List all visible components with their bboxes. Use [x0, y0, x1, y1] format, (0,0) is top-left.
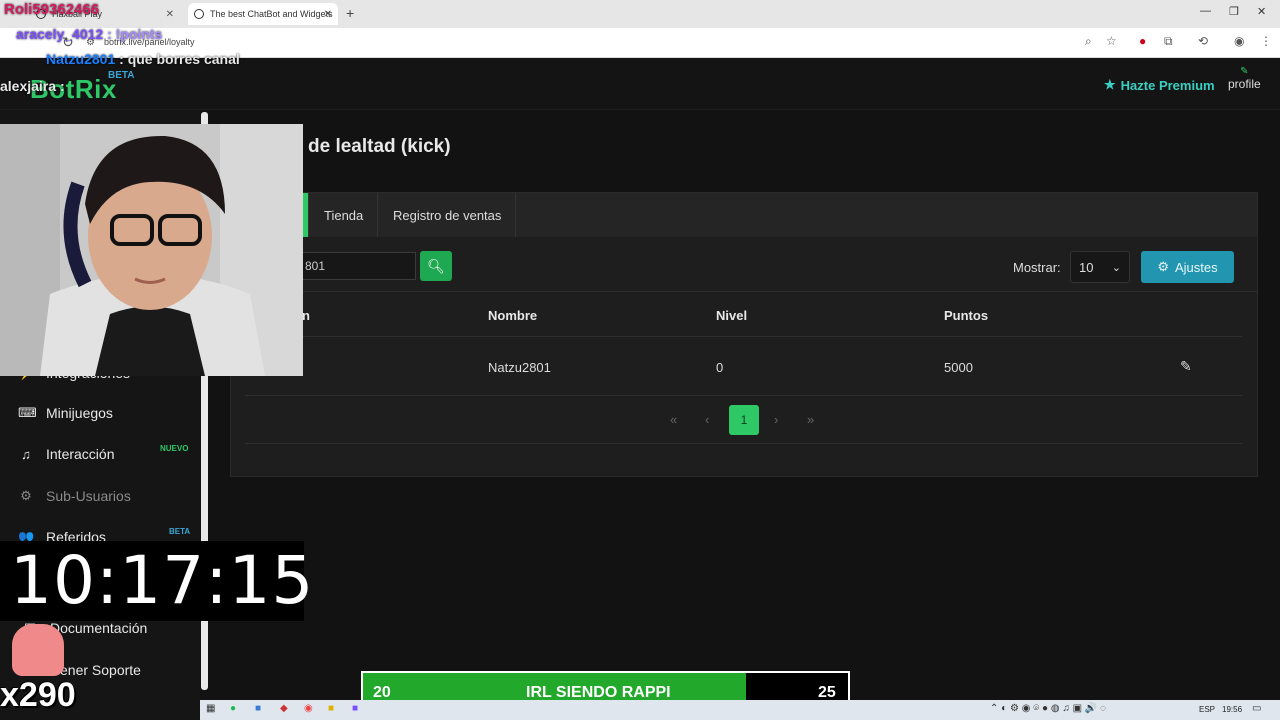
- settings-label: Ajustes: [1175, 259, 1218, 275]
- chat-message: alexjaira :: [0, 78, 65, 94]
- multiplier-text: x290: [0, 676, 76, 714]
- tab-tienda[interactable]: Tienda: [310, 193, 379, 237]
- table-header-nivel: Nivel: [716, 308, 748, 323]
- pagination-current[interactable]: 1: [729, 405, 759, 435]
- sidebar-item-label: Sub-Usuarios: [46, 488, 131, 504]
- gamepad-icon: ⌨: [18, 405, 37, 420]
- gear-icon: ⚙: [20, 488, 32, 503]
- close-tab-icon[interactable]: ✕: [166, 9, 174, 20]
- webcam-feed: [0, 124, 303, 376]
- table-header-id: n: [302, 308, 310, 323]
- sidebar-item-sub-usuarios[interactable]: ⚙ Sub-Usuarios: [18, 485, 131, 507]
- close-tab-icon[interactable]: ✕: [324, 9, 332, 20]
- pagination-prev[interactable]: ‹: [705, 412, 709, 427]
- browser-tab-botrix[interactable]: The best ChatBot and Widgets ✕: [188, 3, 338, 25]
- star-icon: ★: [1104, 77, 1116, 92]
- app-icon[interactable]: ◆: [280, 703, 288, 714]
- table-header-nombre: Nombre: [488, 308, 538, 323]
- sidebar-item-label: Minijuegos: [46, 405, 113, 421]
- new-tab-button[interactable]: +: [346, 5, 354, 21]
- minimize-button[interactable]: —: [1200, 5, 1211, 17]
- taskbar-clock[interactable]: 19:56: [1222, 705, 1242, 714]
- chat-username: Roli59362466: [4, 1, 100, 18]
- sidebar-item-label: Interacción: [46, 446, 115, 462]
- logo-beta-badge: BETA: [108, 70, 135, 81]
- pagination-last[interactable]: »: [807, 412, 814, 427]
- edit-pencil-icon[interactable]: ✎: [1180, 358, 1192, 375]
- tab-label: The best ChatBot and Widgets: [210, 9, 333, 19]
- sidebar-item-interaccion[interactable]: ♫ Interacción: [18, 443, 114, 465]
- table-cell-nivel: 0: [716, 360, 724, 375]
- tab-favicon-icon: [194, 9, 204, 19]
- app-icon[interactable]: ■: [352, 703, 358, 714]
- opera-icon[interactable]: ●: [1139, 34, 1146, 48]
- page-size-select[interactable]: 10 ⌄: [1070, 251, 1130, 283]
- table-cell-nombre: Natzu2801: [488, 360, 551, 375]
- table-header-puntos: Puntos: [944, 308, 989, 323]
- zoom-icon[interactable]: ⌕: [1085, 34, 1092, 49]
- tab-registro-ventas[interactable]: Registro de ventas: [379, 193, 517, 237]
- search-input[interactable]: [302, 252, 416, 280]
- avatar[interactable]: ◉: [1234, 34, 1244, 48]
- folder-icon[interactable]: ■: [328, 703, 334, 714]
- tray-icons[interactable]: ⌃ ◐ ⚙ ◉ ⌾ ● ◍ ♫ ▣ 🔊 ◌: [990, 703, 1106, 714]
- profile-label: profile: [1228, 77, 1261, 91]
- divider: [245, 336, 1242, 337]
- divider: [245, 395, 1242, 396]
- page-title: de lealtad (kick): [308, 136, 451, 157]
- chat-message: Roli59362466: [4, 1, 99, 18]
- chat-text: : que borres canal: [119, 51, 240, 67]
- spotify-icon[interactable]: ●: [230, 703, 236, 714]
- app-icon[interactable]: ■: [255, 703, 261, 714]
- chrome-icon[interactable]: ◉: [304, 703, 313, 714]
- stream-clock: 10:17:15: [10, 542, 315, 619]
- bookmark-star-icon[interactable]: ☆: [1106, 34, 1117, 48]
- extensions-icon[interactable]: ⧉: [1164, 34, 1173, 49]
- search-button[interactable]: 🔍︎: [420, 251, 452, 281]
- pagination-first[interactable]: «: [670, 412, 677, 427]
- patrick-sticker: [12, 624, 64, 676]
- chevron-down-icon: ⌄: [1111, 261, 1121, 274]
- keyboard-language[interactable]: ESP: [1199, 705, 1215, 714]
- profile-link[interactable]: ✎ profile: [1228, 66, 1261, 90]
- divider: [231, 291, 1257, 292]
- sidebar-badge-beta: BETA: [169, 527, 191, 536]
- sidebar-badge-nuevo: NUEVO: [160, 444, 189, 453]
- table-cell-puntos: 5000: [944, 360, 973, 375]
- sync-icon[interactable]: ⟲: [1198, 34, 1208, 48]
- chat-username: alexjaira: [0, 78, 57, 94]
- maximize-button[interactable]: ❐: [1229, 5, 1239, 18]
- chat-message: Natzu2801 : que borres canal: [46, 51, 240, 67]
- close-window-button[interactable]: ✕: [1257, 5, 1266, 18]
- streamer-portrait: [0, 124, 303, 376]
- sidebar-item-label: Documentación: [50, 620, 148, 636]
- windows-taskbar: [200, 700, 1280, 720]
- divider: [245, 443, 1242, 444]
- menu-icon[interactable]: ⋮: [1260, 34, 1272, 48]
- task-view-icon[interactable]: ▦: [206, 703, 215, 714]
- settings-button[interactable]: ⚙ Ajustes: [1141, 251, 1234, 283]
- sidebar-item-minijuegos[interactable]: ⌨ Minijuegos: [18, 402, 113, 424]
- chat-username: aracely_4012: [16, 26, 104, 42]
- gears-icon: ⚙: [1157, 259, 1169, 274]
- premium-label: Hazte Premium: [1120, 77, 1215, 93]
- chat-username: Natzu2801: [46, 51, 116, 67]
- page-size-value: 10: [1079, 259, 1094, 275]
- search-icon: 🔍︎: [427, 257, 445, 274]
- chat-text: : !points: [107, 26, 163, 42]
- chat-message: aracely_4012 : !points: [16, 26, 162, 42]
- pagination-next[interactable]: ›: [774, 412, 778, 427]
- premium-link[interactable]: ★ Hazte Premium: [1104, 77, 1215, 93]
- chat-text: :: [59, 78, 65, 94]
- show-label: Mostrar:: [1013, 260, 1061, 275]
- music-icon: ♫: [21, 446, 31, 462]
- notification-icon[interactable]: ▭: [1252, 703, 1261, 714]
